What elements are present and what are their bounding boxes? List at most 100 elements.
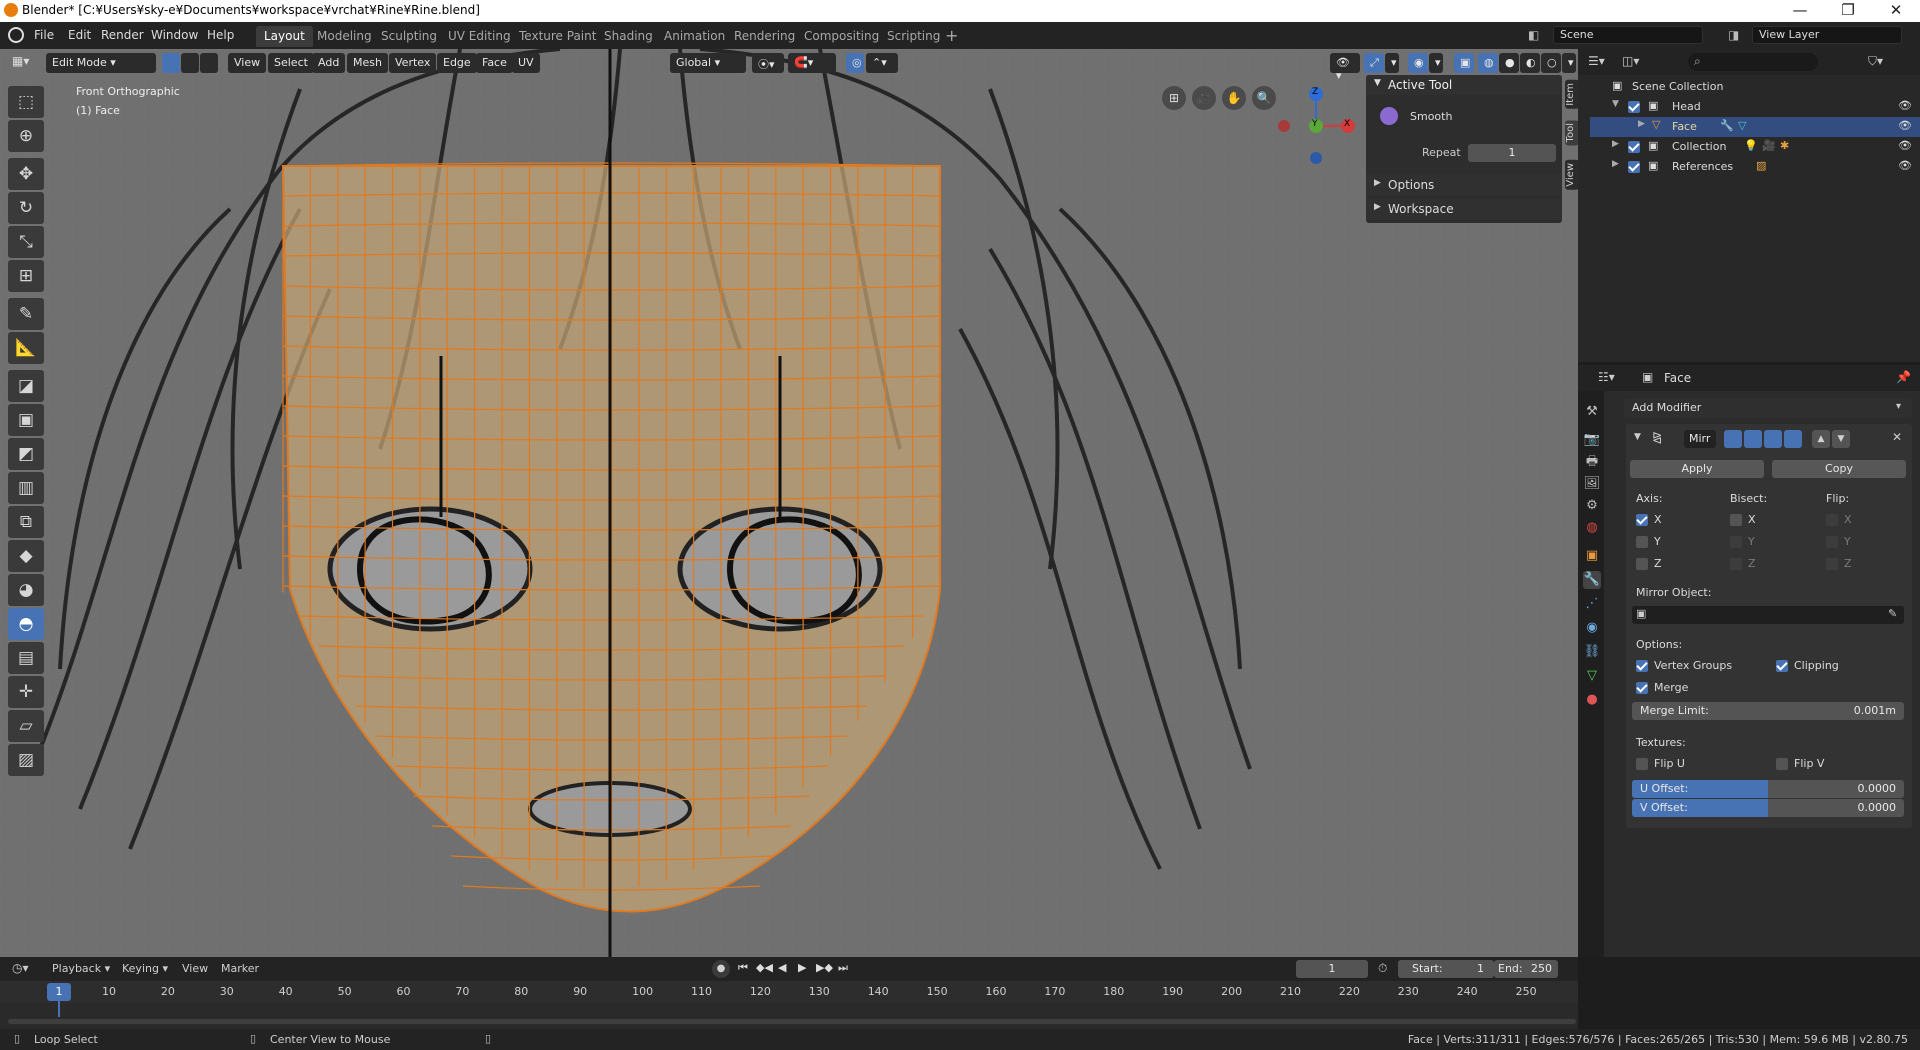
tab-rendering[interactable]: Rendering — [726, 26, 803, 47]
knife-tool-icon[interactable]: ⧉ — [8, 506, 44, 538]
playhead[interactable]: 1 — [47, 983, 71, 1001]
menu-window[interactable]: Window — [151, 28, 198, 42]
collection-exclude-checkbox[interactable] — [1628, 141, 1640, 153]
v-offset-slider[interactable]: V Offset: 0.0000 — [1632, 799, 1904, 817]
end-frame-field[interactable]: End: 250 — [1494, 960, 1558, 978]
options-header[interactable]: ▶ Options — [1366, 174, 1562, 196]
object-props-icon[interactable]: ▣ — [1583, 547, 1601, 565]
menu-face[interactable]: Face — [476, 53, 513, 73]
shear-tool-icon[interactable]: ▱ — [8, 710, 44, 742]
menu-file[interactable]: File — [34, 28, 54, 42]
expand-icon[interactable]: ▶ — [1638, 119, 1645, 129]
play-icon[interactable]: ▶ — [798, 961, 806, 974]
menu-mesh[interactable]: Mesh — [347, 53, 388, 73]
expand-icon[interactable]: ▼ — [1612, 99, 1619, 109]
solid-shading-icon[interactable]: ● — [1499, 53, 1519, 73]
render-toggle-icon[interactable] — [1764, 430, 1782, 448]
scale-tool-icon[interactable]: ⤡ — [8, 226, 44, 258]
outliner-editor-icon[interactable]: ☰▾ — [1588, 54, 1605, 68]
tab-uv-editing[interactable]: UV Editing — [440, 26, 519, 47]
viewport-canvas[interactable] — [0, 49, 1578, 957]
bisect-z-checkbox[interactable] — [1730, 558, 1742, 570]
scene-selector[interactable]: Scene — [1553, 26, 1703, 44]
loop-cut-tool-icon[interactable]: ▥ — [8, 472, 44, 504]
material-props-icon[interactable]: ● — [1583, 691, 1601, 709]
restore-icon[interactable]: ❐ — [1828, 1, 1868, 19]
filter-icon[interactable]: ⛉▾ — [1868, 54, 1883, 69]
outliner-row-references[interactable]: ▶ ▣ References ▨ 👁 — [1588, 157, 1918, 177]
flip-y-checkbox[interactable] — [1826, 536, 1838, 548]
flip-x-checkbox[interactable] — [1826, 514, 1838, 526]
realtime-toggle-icon[interactable] — [1744, 430, 1762, 448]
menu-marker[interactable]: Marker — [221, 962, 259, 975]
axis-y-checkbox[interactable] — [1636, 536, 1648, 548]
modifier-name-field[interactable]: Mirr — [1684, 430, 1716, 448]
expand-icon[interactable]: ▶ — [1612, 159, 1619, 169]
axis-x-checkbox[interactable] — [1636, 514, 1648, 526]
tab-item[interactable]: Item — [1565, 80, 1579, 109]
outliner-row-scene-collection[interactable]: ▣ Scene Collection — [1588, 77, 1918, 97]
pin-icon[interactable]: 📌 — [1896, 370, 1911, 384]
extrude-tool-icon[interactable]: ◪ — [8, 370, 44, 402]
menu-uv[interactable]: UV — [512, 53, 540, 73]
shrink-fatten-tool-icon[interactable]: ✛ — [8, 676, 44, 708]
flip-v-checkbox[interactable] — [1776, 758, 1788, 770]
xray-icon[interactable]: ▣ — [1454, 53, 1474, 73]
tab-tool[interactable]: Tool — [1565, 120, 1579, 146]
move-down-icon[interactable]: ▼ — [1832, 430, 1850, 448]
display-mode-icon[interactable]: ◫▾ — [1622, 54, 1639, 68]
overlay-dropdown-icon[interactable]: ▾ — [1429, 53, 1443, 73]
rotate-tool-icon[interactable]: ↻ — [8, 192, 44, 224]
axis-z-checkbox[interactable] — [1636, 558, 1648, 570]
outliner-row-face[interactable]: ▶ ▽ Face 🔧 ▽ 👁 — [1590, 117, 1920, 137]
edge-slide-tool-icon[interactable]: ▤ — [8, 642, 44, 674]
rendered-shading-icon[interactable]: ○ — [1541, 53, 1561, 73]
material-shading-icon[interactable]: ◐ — [1520, 53, 1540, 73]
view-layer-props-icon[interactable]: 🖼 — [1583, 475, 1601, 493]
references-exclude-checkbox[interactable] — [1628, 161, 1640, 173]
3d-viewport[interactable] — [0, 49, 1578, 957]
menu-view[interactable]: View — [228, 53, 267, 73]
eye-icon[interactable]: 👁 — [1898, 99, 1912, 112]
close-icon[interactable]: ✕ — [1876, 1, 1916, 19]
move-up-icon[interactable]: ▲ — [1812, 430, 1830, 448]
modifier-props-icon[interactable]: 🔧 — [1583, 571, 1601, 589]
outliner-row-head[interactable]: ▼ ▣ Head 👁 — [1588, 97, 1918, 117]
vertex-groups-checkbox[interactable] — [1636, 660, 1648, 672]
u-offset-slider[interactable]: U Offset: 0.0000 — [1632, 780, 1904, 798]
play-reverse-icon[interactable]: ◀ — [778, 961, 786, 974]
constraints-props-icon[interactable]: ⛓ — [1583, 643, 1601, 661]
menu-help[interactable]: Help — [207, 28, 234, 42]
tab-scripting[interactable]: Scripting — [879, 26, 948, 47]
edge-select-icon[interactable] — [181, 53, 199, 73]
outliner-search-input[interactable]: ⌕ — [1688, 53, 1818, 71]
current-frame-field[interactable]: 1 — [1296, 960, 1368, 978]
pivot-icon[interactable]: ⦿▾ — [752, 53, 784, 73]
tab-compositing[interactable]: Compositing — [796, 26, 887, 47]
menu-edge[interactable]: Edge — [437, 53, 477, 73]
wireframe-shading-icon[interactable]: ◍ — [1478, 53, 1498, 73]
bisect-x-checkbox[interactable] — [1730, 514, 1742, 526]
merge-limit-field[interactable]: Merge Limit: 0.001m — [1632, 702, 1904, 720]
mirror-object-field[interactable]: ▣ ✎ — [1632, 606, 1904, 624]
merge-checkbox[interactable] — [1636, 682, 1648, 694]
face-select-icon[interactable] — [200, 53, 218, 73]
menu-add[interactable]: Add — [312, 53, 346, 73]
mode-selector[interactable]: Edit Mode ▾ — [46, 53, 156, 73]
menu-edit[interactable]: Edit — [68, 28, 91, 42]
bisect-y-checkbox[interactable] — [1730, 536, 1742, 548]
vertex-select-icon[interactable] — [162, 53, 180, 73]
toggle-camera-view-icon[interactable]: ⊞ — [1162, 86, 1186, 110]
gizmo-dropdown-icon[interactable]: ▾ — [1385, 53, 1399, 73]
measure-tool-icon[interactable]: 📐 — [8, 332, 44, 364]
visibility-icon[interactable]: 👁▾ — [1330, 53, 1360, 82]
outliner-row-collection[interactable]: ▶ ▣ Collection 💡 🎥 ✱ 👁 — [1588, 137, 1918, 157]
overlay-icon[interactable]: ◉ — [1408, 53, 1428, 73]
next-keyframe-icon[interactable]: ▶◆ — [816, 961, 833, 974]
axis-gizmo[interactable]: Z X Y — [1276, 84, 1356, 164]
active-tool-header[interactable]: ▼ Active Tool — [1366, 75, 1562, 95]
pan-view-icon[interactable]: ✋ — [1222, 86, 1246, 110]
workspace-header[interactable]: ▶ Workspace — [1366, 198, 1562, 220]
menu-render[interactable]: Render — [101, 28, 144, 42]
apply-button[interactable]: Apply — [1630, 460, 1764, 478]
